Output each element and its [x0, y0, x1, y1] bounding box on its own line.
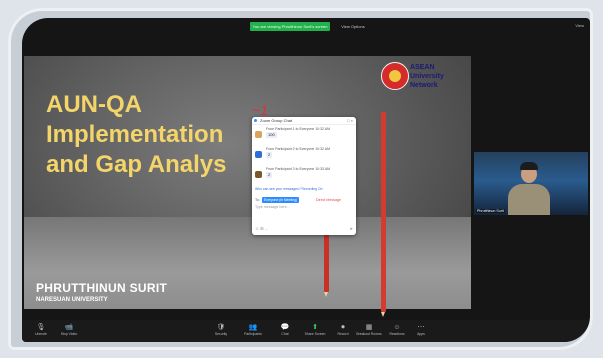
toolbar-label: Stop Video — [60, 332, 78, 336]
share-screen-icon: ⬆ — [312, 324, 318, 331]
more-icon: ⋯ — [417, 324, 425, 331]
shared-slide: AUN-QA Implementation and Gap Analys ~1 … — [24, 56, 471, 317]
to-label: To: — [255, 198, 260, 202]
recipient-row: To: Everyone (in Meeting) Direct Message — [255, 197, 353, 203]
chat-input[interactable]: Type message here... — [255, 205, 353, 209]
send-icon[interactable]: ➤ — [350, 226, 353, 231]
chat-header: Zoom Group Chat □ × — [252, 117, 356, 125]
avatar — [255, 171, 262, 178]
participant-hair — [520, 162, 538, 170]
security-button[interactable]: 🛡 Security — [206, 323, 236, 337]
avatar — [255, 151, 262, 158]
participant-video[interactable]: Phrutthinun Surit — [474, 152, 588, 215]
chat-message: From Participant 1 to Everyone 10:32 AM … — [255, 127, 353, 145]
chat-message: From Participant 2 to Everyone 10:32 AM … — [255, 147, 353, 165]
meeting-screen: You are viewing Phrutthinun Surit's scre… — [22, 18, 590, 342]
participants-button[interactable]: 👥 Participants — [238, 323, 268, 337]
slide-floor — [24, 217, 471, 309]
logo-text: ASEAN University Network — [410, 63, 444, 90]
participants-icon: 👥 — [248, 324, 258, 331]
participant-body — [508, 184, 550, 215]
top-bar: You are viewing Phrutthinun Surit's scre… — [22, 18, 590, 34]
chat-title: Zoom Group Chat — [260, 118, 293, 123]
unmute-button[interactable]: 🎙 Unmute — [26, 323, 56, 337]
chat-panel[interactable]: Zoom Group Chat □ × From Participant 1 t… — [252, 117, 356, 235]
toolbar-label: Share Screen — [304, 332, 326, 336]
chat-message: From Participant 3 to Everyone 10:33 AM … — [255, 167, 353, 185]
message-meta: From Participant 1 to Everyone 10:32 AM — [266, 127, 331, 131]
view-button[interactable]: View — [575, 23, 584, 28]
shield-icon: 🛡 — [216, 324, 226, 331]
slide-title-line-2: Implementation — [46, 121, 224, 148]
zoom-icon — [254, 119, 257, 122]
pencil-icon — [381, 112, 386, 317]
stop-video-button[interactable]: 📹 Stop Video — [54, 323, 84, 337]
direct-message-label[interactable]: Direct Message — [316, 198, 341, 202]
logo-text-line: Network — [410, 82, 438, 89]
message-meta: From Participant 2 to Everyone 10:32 AM — [266, 147, 331, 151]
emoji-icon[interactable]: ☺ ⊞ ... — [255, 226, 268, 231]
camera-icon: 📹 — [64, 324, 74, 331]
annotation-mark: ~1 — [252, 102, 268, 118]
view-options-button[interactable]: View Options — [336, 22, 370, 31]
message-visibility-note[interactable]: Who can see your messages? Recording On — [255, 187, 353, 191]
window-controls-icon[interactable]: □ × — [347, 117, 353, 124]
message-text: 2 — [266, 152, 273, 158]
toolbar-label: Apps — [417, 332, 425, 336]
microphone-icon: 🎙 — [36, 324, 46, 331]
logo-text-line: ASEAN — [410, 64, 435, 71]
slide-title-line-3: and Gap Analys — [46, 151, 227, 178]
recipient-select[interactable]: Everyone (in Meeting) — [262, 197, 300, 203]
toolbar-label: Unmute — [35, 332, 47, 336]
chat-icon: 💬 — [280, 324, 290, 331]
toolbar-label: Chat — [281, 332, 289, 336]
toolbar-label: Participants — [244, 332, 262, 336]
meeting-toolbar: 🎙 Unmute 📹 Stop Video 🛡 Security 👥 Parti… — [22, 320, 590, 342]
slide-title-line-1: AUN-QA — [46, 91, 142, 118]
chat-button[interactable]: 💬 Chat — [270, 323, 300, 337]
asean-logo — [381, 62, 409, 90]
apps-button[interactable]: ⋯ Apps — [406, 323, 436, 337]
chat-footer: ☺ ⊞ ... ➤ — [255, 226, 353, 232]
avatar — [255, 131, 262, 138]
participant-name: Phrutthinun Surit — [476, 209, 505, 213]
toolbar-label: Security — [214, 332, 228, 336]
presenter-name: PHRUTTHINUN SURIT — [36, 281, 168, 295]
share-screen-button[interactable]: ⬆ Share Screen — [300, 323, 330, 337]
breakout-rooms-icon: ▦ — [365, 324, 373, 331]
toolbar-label: Breakout Rooms — [356, 332, 382, 336]
breakout-rooms-button[interactable]: ▦ Breakout Rooms — [354, 323, 384, 337]
message-meta: From Participant 3 to Everyone 10:33 AM — [266, 167, 331, 171]
share-banner[interactable]: You are viewing Phrutthinun Surit's scre… — [250, 22, 330, 31]
message-text: 2 — [266, 172, 273, 178]
presenter-organization: NARESUAN UNIVERSITY — [36, 297, 108, 303]
slide-title: AUN-QA Implementation and Gap Analys — [46, 90, 286, 180]
message-text: 100 — [266, 132, 277, 138]
logo-text-line: University — [410, 73, 444, 80]
